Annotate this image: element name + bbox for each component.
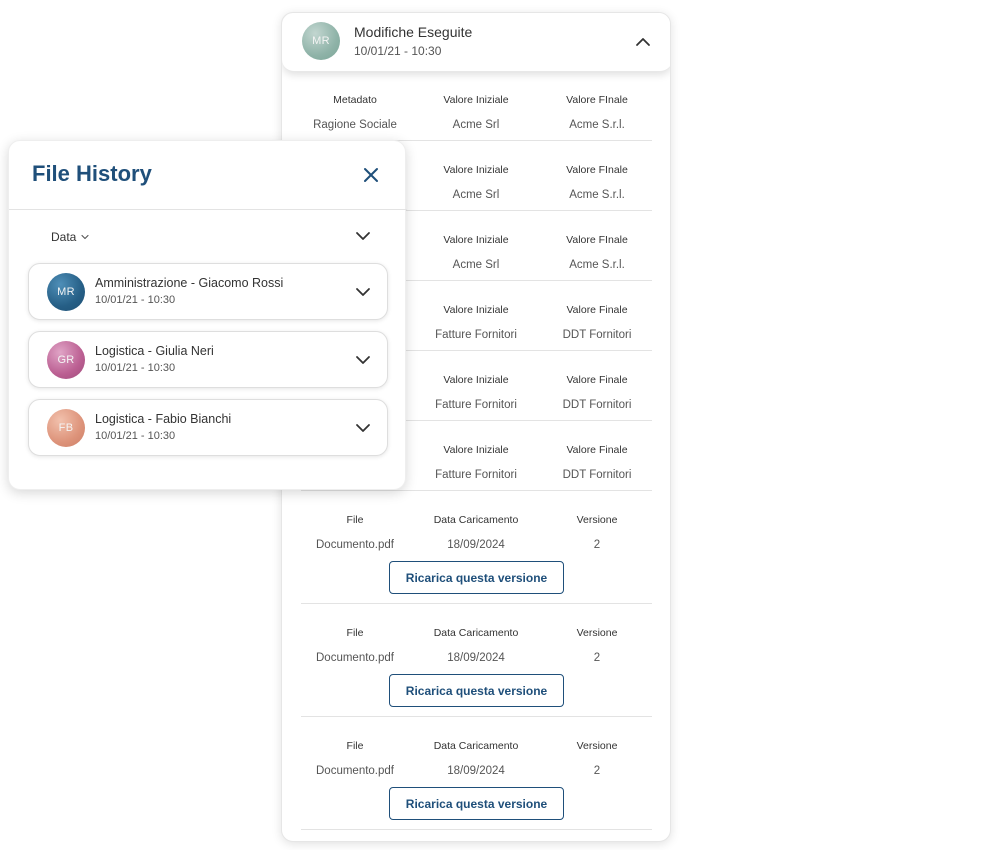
upload-date: 18/09/2024 bbox=[447, 539, 505, 551]
entry-timestamp: 10/01/21 - 10:30 bbox=[95, 294, 176, 306]
reload-version-button[interactable]: Ricarica questa versione bbox=[389, 561, 564, 594]
column-header: Valore Finale bbox=[566, 374, 628, 386]
column-header: Valore Finale bbox=[566, 444, 628, 456]
upload-date: 18/09/2024 bbox=[447, 652, 505, 664]
file-version-row: File Data Caricamento Versione Documento… bbox=[301, 604, 652, 717]
upload-date: 18/09/2024 bbox=[447, 765, 505, 777]
column-header: File bbox=[346, 740, 364, 752]
column-header: Valore Iniziale bbox=[443, 374, 509, 386]
column-header: File bbox=[346, 514, 364, 526]
entry-timestamp: 10/01/21 - 10:30 bbox=[95, 430, 176, 442]
column-header: Valore FInale bbox=[566, 234, 628, 246]
column-header: Data Caricamento bbox=[433, 514, 519, 526]
chevron-down-icon[interactable] bbox=[354, 351, 372, 369]
version-number: 2 bbox=[593, 652, 601, 664]
divider bbox=[9, 209, 407, 210]
column-header: Valore Iniziale bbox=[443, 164, 509, 176]
column-header: Valore Finale bbox=[566, 304, 628, 316]
cell-value: Fatture Fornitori bbox=[435, 399, 517, 411]
column-header: Valore FInale bbox=[566, 164, 628, 176]
cell-value: Acme S.r.l. bbox=[569, 189, 625, 201]
history-entry[interactable]: FB Logistica - Fabio Bianchi 10/01/21 - … bbox=[28, 399, 388, 456]
entry-author: Logistica - Giulia Neri bbox=[95, 344, 214, 358]
version-number: 2 bbox=[593, 539, 601, 551]
column-header: File bbox=[346, 627, 364, 639]
close-icon[interactable] bbox=[361, 165, 381, 185]
column-header: Data Caricamento bbox=[433, 627, 519, 639]
version-number: 2 bbox=[593, 765, 601, 777]
file-name: Documento.pdf bbox=[316, 539, 394, 551]
change-title: Modifiche Eseguite bbox=[354, 24, 473, 40]
cell-value: Acme S.r.l. bbox=[569, 259, 625, 271]
cell-value: Acme Srl bbox=[452, 119, 500, 131]
column-header: Versione bbox=[576, 740, 618, 752]
column-header: Versione bbox=[576, 514, 618, 526]
reload-version-button[interactable]: Ricarica questa versione bbox=[389, 787, 564, 820]
cell-value: DDT Fornitori bbox=[562, 329, 632, 341]
file-history-panel: File History Data MR Amministrazione - G… bbox=[8, 140, 407, 490]
history-entry[interactable]: GR Logistica - Giulia Neri 10/01/21 - 10… bbox=[28, 331, 388, 388]
entry-author: Logistica - Fabio Bianchi bbox=[95, 412, 232, 426]
file-name: Documento.pdf bbox=[316, 652, 394, 664]
chevron-down-icon[interactable] bbox=[354, 227, 372, 245]
entry-author: Amministrazione - Giacomo Rossi bbox=[95, 276, 284, 290]
history-entry[interactable]: MR Amministrazione - Giacomo Rossi 10/01… bbox=[28, 263, 388, 320]
column-header: Metadato bbox=[333, 94, 377, 106]
chevron-up-icon[interactable] bbox=[634, 33, 652, 51]
avatar: GR bbox=[47, 341, 85, 379]
avatar: MR bbox=[47, 273, 85, 311]
change-details-header[interactable]: MR Modifiche Eseguite 10/01/21 - 10:30 bbox=[282, 13, 670, 72]
column-header: Valore FInale bbox=[566, 94, 628, 106]
cell-value: Acme S.r.l. bbox=[569, 119, 625, 131]
cell-value: Acme Srl bbox=[452, 259, 500, 271]
file-version-row: File Data Caricamento Versione Documento… bbox=[301, 491, 652, 604]
column-header: Valore Iniziale bbox=[443, 304, 509, 316]
column-header: Data Caricamento bbox=[433, 740, 519, 752]
column-header: Valore Iniziale bbox=[443, 234, 509, 246]
chevron-down-icon[interactable] bbox=[354, 419, 372, 437]
avatar: FB bbox=[47, 409, 85, 447]
column-header: Versione bbox=[576, 627, 618, 639]
reload-version-button[interactable]: Ricarica questa versione bbox=[389, 674, 564, 707]
chevron-down-icon[interactable] bbox=[81, 233, 89, 241]
cell-value: Fatture Fornitori bbox=[435, 329, 517, 341]
cell-value: Ragione Sociale bbox=[313, 119, 397, 131]
entry-timestamp: 10/01/21 - 10:30 bbox=[95, 362, 176, 374]
cell-value: DDT Fornitori bbox=[562, 399, 632, 411]
date-filter-label[interactable]: Data bbox=[51, 230, 76, 244]
column-header: Valore Iniziale bbox=[443, 94, 509, 106]
file-name: Documento.pdf bbox=[316, 765, 394, 777]
cell-value: DDT Fornitori bbox=[562, 469, 632, 481]
avatar: MR bbox=[302, 22, 340, 60]
chevron-down-icon[interactable] bbox=[354, 283, 372, 301]
change-timestamp: 10/01/21 - 10:30 bbox=[354, 44, 442, 58]
column-header: Valore Iniziale bbox=[443, 444, 509, 456]
cell-value: Fatture Fornitori bbox=[435, 469, 517, 481]
file-version-row: File Data Caricamento Versione Documento… bbox=[301, 717, 652, 830]
panel-title: File History bbox=[32, 161, 152, 186]
cell-value: Acme Srl bbox=[452, 189, 500, 201]
